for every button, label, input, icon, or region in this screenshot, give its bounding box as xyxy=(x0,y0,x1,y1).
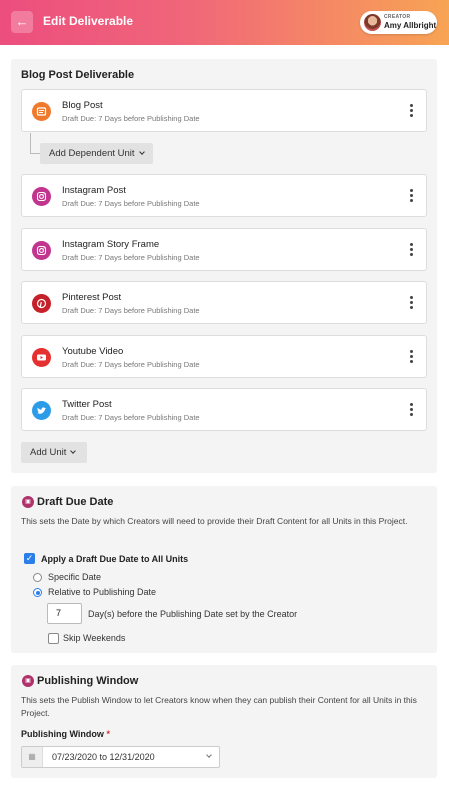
add-dependent-unit-button[interactable]: Add Dependent Unit xyxy=(40,143,153,164)
specific-date-radio[interactable] xyxy=(33,573,42,582)
creator-label: CREATOR xyxy=(384,14,411,20)
more-options-icon[interactable] xyxy=(406,294,416,312)
skip-weekends-checkbox[interactable] xyxy=(48,633,59,644)
add-unit-label: Add Unit xyxy=(30,447,67,458)
unit-card-instagram-story[interactable]: Instagram Story Frame Draft Due: 7 Days … xyxy=(21,228,427,271)
unit-name: Pinterest Post xyxy=(62,292,122,303)
unit-card-twitter-post[interactable]: Twitter Post Draft Due: 7 Days before Pu… xyxy=(21,388,427,431)
relative-date-label: Relative to Publishing Date xyxy=(48,587,157,597)
publishing-window-title: Publishing Window xyxy=(37,675,139,687)
dependency-connector xyxy=(30,133,40,154)
calendar-addon-icon: ▦ xyxy=(22,747,43,767)
chevron-down-icon xyxy=(70,448,77,454)
more-options-icon[interactable] xyxy=(406,401,416,419)
more-options-icon[interactable] xyxy=(406,348,416,366)
unit-name: Twitter Post xyxy=(62,399,112,410)
pinterest-icon xyxy=(32,294,51,313)
draft-due-description: This sets the Date by which Creators wil… xyxy=(21,516,408,526)
calendar-icon: ▣ xyxy=(22,675,34,687)
required-mark: * xyxy=(106,729,110,739)
twitter-icon xyxy=(32,401,51,420)
unit-name: Instagram Story Frame xyxy=(62,239,160,250)
deliverable-section: Blog Post Deliverable Blog Post Draft Du… xyxy=(11,59,437,473)
specific-date-label: Specific Date xyxy=(48,572,102,582)
relative-date-radio[interactable] xyxy=(33,588,42,597)
instagram-icon xyxy=(32,187,51,206)
draft-due-title: Draft Due Date xyxy=(37,496,114,508)
instagram-icon xyxy=(32,241,51,260)
unit-name: Blog Post xyxy=(62,100,103,111)
add-dependent-unit-label: Add Dependent Unit xyxy=(49,148,135,159)
unit-card-blog-post[interactable]: Blog Post Draft Due: 7 Days before Publi… xyxy=(21,89,427,132)
unit-card-youtube-video[interactable]: Youtube Video Draft Due: 7 Days before P… xyxy=(21,335,427,378)
chevron-down-icon xyxy=(138,149,145,155)
publishing-window-label-text: Publishing Window xyxy=(21,729,104,739)
unit-card-pinterest-post[interactable]: Pinterest Post Draft Due: 7 Days before … xyxy=(21,281,427,324)
unit-name: Youtube Video xyxy=(62,346,124,357)
more-options-icon[interactable] xyxy=(406,187,416,205)
unit-due: Draft Due: 7 Days before Publishing Date xyxy=(62,306,200,315)
publishing-window-description: This sets the Publish Window to let Crea… xyxy=(21,695,417,718)
unit-card-instagram-post[interactable]: Instagram Post Draft Due: 7 Days before … xyxy=(21,174,427,217)
skip-weekends-label: Skip Weekends xyxy=(63,633,126,643)
calendar-icon: ▣ xyxy=(22,496,34,508)
document-icon xyxy=(32,102,51,121)
unit-due: Draft Due: 7 Days before Publishing Date xyxy=(62,360,200,369)
creator-chip[interactable]: CREATOR Amy Allbright xyxy=(360,11,437,34)
unit-due: Draft Due: 7 Days before Publishing Date xyxy=(62,253,200,262)
apply-all-label: Apply a Draft Due Date to All Units xyxy=(41,554,189,564)
publishing-window-label: Publishing Window * xyxy=(21,729,110,739)
days-before-input[interactable]: 7 xyxy=(47,603,82,624)
back-button[interactable]: ← xyxy=(11,11,33,33)
app-header: ← Edit Deliverable CREATOR Amy Allbright xyxy=(0,0,449,45)
unit-due: Draft Due: 7 Days before Publishing Date xyxy=(62,114,200,123)
add-unit-button[interactable]: Add Unit xyxy=(21,442,87,463)
unit-due: Draft Due: 7 Days before Publishing Date xyxy=(62,199,200,208)
avatar xyxy=(364,14,381,31)
days-before-label: Day(s) before the Publishing Date set by… xyxy=(88,609,298,619)
deliverable-title: Blog Post Deliverable xyxy=(21,69,135,81)
more-options-icon[interactable] xyxy=(406,102,416,120)
publishing-window-select[interactable]: ▦ 07/23/2020 to 12/31/2020 xyxy=(21,746,220,768)
page-title: Edit Deliverable xyxy=(43,14,134,28)
youtube-icon xyxy=(32,348,51,367)
unit-name: Instagram Post xyxy=(62,185,126,196)
apply-all-checkbox[interactable]: ✓ xyxy=(24,553,35,564)
back-arrow-icon: ← xyxy=(15,14,29,29)
creator-name: Amy Allbright xyxy=(384,21,437,30)
unit-due: Draft Due: 7 Days before Publishing Date xyxy=(62,413,200,422)
publishing-window-value: 07/23/2020 to 12/31/2020 xyxy=(52,752,155,762)
draft-due-section: ▣ Draft Due Date This sets the Date by w… xyxy=(11,486,437,653)
chevron-down-icon xyxy=(206,752,212,758)
more-options-icon[interactable] xyxy=(406,241,416,259)
publishing-window-section: ▣ Publishing Window This sets the Publis… xyxy=(11,665,437,778)
